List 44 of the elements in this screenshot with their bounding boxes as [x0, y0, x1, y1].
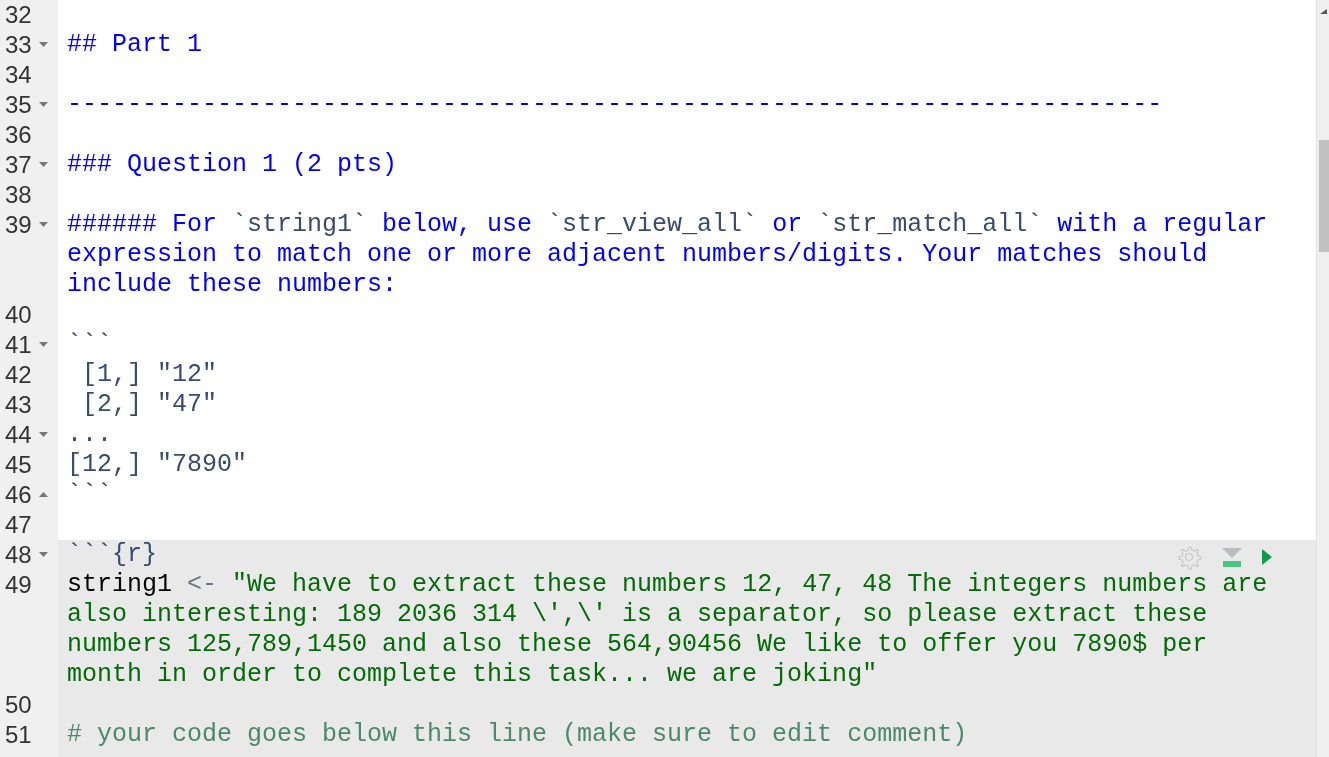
fold-arrow-icon[interactable]: [38, 101, 48, 108]
fold-arrow-icon[interactable]: [38, 431, 48, 438]
line-number: 37: [4, 150, 32, 180]
code-line: ```: [67, 330, 112, 360]
code-line: [1,] "12": [81, 360, 218, 390]
line-number: 43: [4, 390, 32, 420]
code-line: string1 <- "We have to extract these numbers 12, 47, 48 The integers numbers are also interesting: 189 2036 314 \',\' is a separator, so please extract these numbers 125,789,1450 and also these 564,90456 We like to offer you 7890$ per month in order to complete this task... we are joking": [67, 570, 1269, 690]
line-number: 40: [4, 300, 32, 330]
line-number: 46: [4, 480, 32, 510]
line-number: 33: [4, 30, 32, 60]
run-icon[interactable]: [1262, 549, 1272, 565]
scrollbar-thumb[interactable]: [1319, 140, 1329, 252]
line-number: 50: [4, 690, 32, 720]
line-number: 35: [4, 90, 32, 120]
line-number: 38: [4, 180, 32, 210]
code-line: ```{r}: [67, 540, 157, 570]
code-line: ...: [67, 420, 112, 450]
code-line: ### Question 1 (2 pts): [67, 150, 398, 180]
fold-arrow-icon[interactable]: [38, 41, 48, 48]
line-number: 45: [4, 450, 32, 480]
line-number: 49: [4, 570, 32, 600]
line-number: 34: [4, 60, 32, 90]
code-line: ## Part 1: [67, 30, 203, 60]
line-number: 42: [4, 360, 32, 390]
code-line: # your code goes below this line (make sure to edit comment): [67, 720, 968, 750]
code-line: -------------------------------------------------------------------------: [67, 90, 1163, 120]
fold-arrow-icon[interactable]: [38, 491, 48, 498]
fold-arrow-icon[interactable]: [38, 341, 48, 348]
line-number: 41: [4, 330, 32, 360]
line-number: 51: [4, 720, 32, 750]
fold-arrow-icon[interactable]: [38, 161, 48, 168]
code-line: ```: [67, 480, 112, 510]
fold-arrow-icon[interactable]: [38, 221, 48, 228]
line-number: 47: [4, 510, 32, 540]
code-line: [12,] "7890": [67, 450, 248, 480]
code-line: ###### For `string1` below, use `str_view_all` or `str_match_all` with a regular expression to match one or more adjacent numbers/digits. Your matches should include these numbers:: [67, 210, 1269, 300]
line-number: 36: [4, 120, 32, 150]
line-number: 48: [4, 540, 32, 570]
code-line: [2,] "47": [81, 390, 218, 420]
scroll-up-icon[interactable]: [1320, 9, 1327, 14]
line-number: 44: [4, 420, 32, 450]
fold-arrow-icon[interactable]: [38, 551, 48, 558]
line-number: 39: [4, 210, 32, 240]
line-number: 32: [4, 0, 32, 30]
